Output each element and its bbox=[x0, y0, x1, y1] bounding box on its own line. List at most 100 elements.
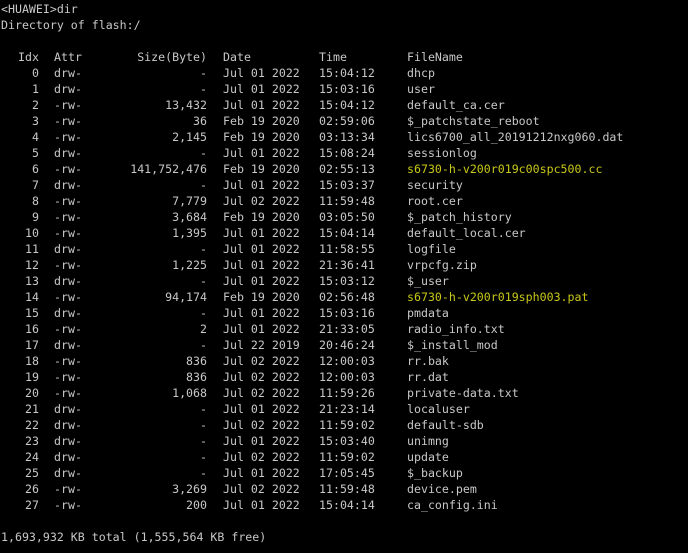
row-time: 11:59:02 bbox=[319, 450, 375, 464]
header-time: Time bbox=[319, 50, 347, 64]
row-date: Jul 02 2022 bbox=[223, 386, 300, 400]
row-filename: sessionlog bbox=[407, 146, 477, 160]
row-attr: -rw- bbox=[54, 322, 82, 336]
row-attr: drw- bbox=[54, 450, 82, 464]
row-filename: localuser bbox=[407, 402, 470, 416]
row-attr: drw- bbox=[54, 402, 82, 416]
row-attr: -rw- bbox=[54, 98, 82, 112]
row-date: Jul 01 2022 bbox=[223, 402, 300, 416]
row-date: Feb 19 2020 bbox=[223, 290, 300, 304]
row-size: - bbox=[200, 450, 207, 464]
row-idx: 20 bbox=[25, 386, 39, 400]
row-size: - bbox=[200, 434, 207, 448]
row-idx: 27 bbox=[25, 498, 39, 512]
table-row: 27 -rw- 200 Jul 01 2022 15:04:14 ca_config.in… bbox=[1, 497, 688, 513]
row-time: 15:04:12 bbox=[319, 98, 375, 112]
table-row: 21 drw- - Jul 01 2022 21:23:14 localuser bbox=[1, 401, 688, 417]
row-attr: drw- bbox=[54, 178, 82, 192]
row-date: Jul 01 2022 bbox=[223, 434, 300, 448]
row-filename: pmdata bbox=[407, 306, 449, 320]
row-idx: 3 bbox=[32, 114, 39, 128]
table-row: 2 -rw- 13,432 Jul 01 2022 15:04:12 default_ca… bbox=[1, 97, 688, 113]
table-row: 11 drw- - Jul 01 2022 11:58:55 logfile bbox=[1, 241, 688, 257]
row-filename: $_patch_history bbox=[407, 210, 512, 224]
table-row: 4 -rw- 2,145 Feb 19 2020 03:13:34 lics6700_al… bbox=[1, 129, 688, 145]
row-time: 15:03:37 bbox=[319, 178, 375, 192]
row-time: 21:23:14 bbox=[319, 402, 375, 416]
row-idx: 8 bbox=[32, 194, 39, 208]
row-idx: 23 bbox=[25, 434, 39, 448]
summary-line: 1,693,932 KB total (1,555,564 KB free) bbox=[1, 530, 267, 544]
row-filename: lics6700_all_20191212nxg060.dat bbox=[407, 130, 624, 144]
row-filename: update bbox=[407, 450, 449, 464]
table-row: 12 -rw- 1,225 Jul 01 2022 21:36:41 vrpcfg.zip bbox=[1, 257, 688, 273]
row-size: - bbox=[200, 338, 207, 352]
row-size: 13,432 bbox=[165, 98, 207, 112]
row-size: 1,225 bbox=[172, 258, 207, 272]
row-time: 11:58:55 bbox=[319, 242, 375, 256]
table-row: 18 -rw- 836 Jul 02 2022 12:00:03 rr.bak bbox=[1, 353, 688, 369]
row-size: - bbox=[200, 146, 207, 160]
header-date: Date bbox=[223, 50, 251, 64]
row-filename: security bbox=[407, 178, 463, 192]
row-attr: drw- bbox=[54, 146, 82, 160]
row-size: - bbox=[200, 66, 207, 80]
row-size: 1,395 bbox=[172, 226, 207, 240]
table-row: 0 drw- - Jul 01 2022 15:04:12 dhcp bbox=[1, 65, 688, 81]
row-size: - bbox=[200, 466, 207, 480]
row-time: 15:03:16 bbox=[319, 306, 375, 320]
row-time: 02:55:13 bbox=[319, 162, 375, 176]
row-time: 02:56:48 bbox=[319, 290, 375, 304]
row-idx: 26 bbox=[25, 482, 39, 496]
row-date: Jul 01 2022 bbox=[223, 242, 300, 256]
row-date: Jul 01 2022 bbox=[223, 322, 300, 336]
row-attr: -rw- bbox=[54, 498, 82, 512]
row-date: Jul 01 2022 bbox=[223, 306, 300, 320]
row-time: 11:59:02 bbox=[319, 418, 375, 432]
row-size: 7,779 bbox=[172, 194, 207, 208]
row-size: - bbox=[200, 274, 207, 288]
row-filename: $_patchstate_reboot bbox=[407, 114, 540, 128]
row-size: 141,752,476 bbox=[130, 162, 207, 176]
row-date: Feb 19 2020 bbox=[223, 162, 300, 176]
row-size: 200 bbox=[186, 498, 207, 512]
row-idx: 24 bbox=[25, 450, 39, 464]
row-date: Jul 01 2022 bbox=[223, 226, 300, 240]
row-filename: logfile bbox=[407, 242, 456, 256]
row-size: - bbox=[200, 418, 207, 432]
row-size: 2,145 bbox=[172, 130, 207, 144]
row-idx: 14 bbox=[25, 290, 39, 304]
row-idx: 12 bbox=[25, 258, 39, 272]
row-time: 12:00:03 bbox=[319, 370, 375, 384]
row-time: 11:59:48 bbox=[319, 194, 375, 208]
terminal-window[interactable]: <HUAWEI>dir Directory of flash:/ Idx Att… bbox=[0, 0, 688, 553]
row-time: 12:00:03 bbox=[319, 354, 375, 368]
row-size: - bbox=[200, 242, 207, 256]
row-time: 03:05:50 bbox=[319, 210, 375, 224]
row-attr: drw- bbox=[54, 242, 82, 256]
row-idx: 1 bbox=[32, 82, 39, 96]
table-row: 14 -rw- 94,174 Feb 19 2020 02:56:48 s6730-h-v… bbox=[1, 289, 688, 305]
row-size: 3,684 bbox=[172, 210, 207, 224]
row-attr: drw- bbox=[54, 66, 82, 80]
row-date: Jul 01 2022 bbox=[223, 274, 300, 288]
header-attr: Attr bbox=[54, 50, 82, 64]
row-time: 20:46:24 bbox=[319, 338, 375, 352]
row-attr: drw- bbox=[54, 418, 82, 432]
row-attr: drw- bbox=[54, 306, 82, 320]
row-date: Jul 01 2022 bbox=[223, 66, 300, 80]
table-row: 24 drw- - Jul 02 2022 11:59:02 update bbox=[1, 449, 688, 465]
table-row: 1 drw- - Jul 01 2022 15:03:16 user bbox=[1, 81, 688, 97]
directory-label: Directory of flash:/ bbox=[1, 18, 141, 32]
table-header: Idx Attr Size(Byte) Date Time FileName bbox=[1, 49, 688, 65]
row-date: Jul 01 2022 bbox=[223, 98, 300, 112]
row-attr: -rw- bbox=[54, 370, 82, 384]
row-idx: 6 bbox=[32, 162, 39, 176]
row-date: Jul 02 2022 bbox=[223, 354, 300, 368]
row-filename: ca_config.ini bbox=[407, 498, 498, 512]
row-attr: -rw- bbox=[54, 258, 82, 272]
row-attr: -rw- bbox=[54, 162, 82, 176]
row-time: 02:59:06 bbox=[319, 114, 375, 128]
row-filename: vrpcfg.zip bbox=[407, 258, 477, 272]
row-idx: 7 bbox=[32, 178, 39, 192]
